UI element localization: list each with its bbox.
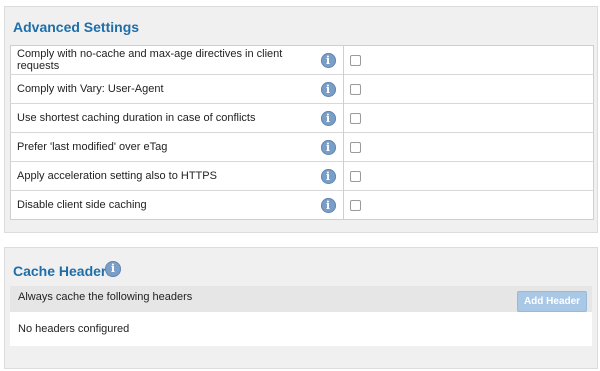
setting-row: Comply with no-cache and max-age directi… [11,45,594,75]
headers-empty-message: No headers configured [18,323,130,335]
setting-checkbox[interactable] [350,141,361,153]
setting-label: Comply with Vary: User-Agent [10,74,313,104]
info-icon[interactable]: i [320,168,336,184]
headers-toolbar: Always cache the following headers Add H… [10,286,592,312]
info-icon[interactable]: i [320,52,336,68]
setting-label: Prefer 'last modified' over eTag [10,132,313,162]
headers-list: No headers configured [10,312,592,346]
setting-checkbox[interactable] [350,83,361,95]
setting-row: Use shortest caching duration in case of… [10,103,594,133]
cache-headers-title: Cache Headers [13,263,115,279]
setting-row: Disable client side caching i [10,190,594,220]
setting-checkbox[interactable] [350,112,361,124]
setting-checkbox[interactable] [350,54,361,66]
headers-bar-label: Always cache the following headers [18,291,193,303]
setting-row: Comply with Vary: User-Agent i [10,74,594,104]
setting-row: Prefer 'last modified' over eTag i [10,132,594,162]
add-header-button[interactable]: Add Header [517,291,587,312]
setting-label: Disable client side caching [10,190,313,220]
info-icon[interactable]: i [320,139,336,155]
info-icon[interactable]: i [320,197,336,213]
setting-label: Apply acceleration setting also to HTTPS [10,161,313,191]
cache-headers-panel: Cache Headers i Always cache the followi… [4,247,598,369]
setting-checkbox[interactable] [350,199,361,211]
info-icon[interactable]: i [320,81,336,97]
advanced-settings-title: Advanced Settings [13,19,140,35]
setting-label: Comply with no-cache and max-age directi… [17,48,283,72]
setting-row: Apply acceleration setting also to HTTPS… [10,161,594,191]
setting-label: Use shortest caching duration in case of… [10,103,313,133]
advanced-settings-table: Comply with no-cache and max-age directi… [10,45,594,220]
setting-checkbox[interactable] [350,170,361,182]
info-icon[interactable]: i [320,110,336,126]
advanced-settings-panel: Advanced Settings Comply with no-cache a… [4,6,598,233]
info-icon[interactable]: i [105,261,121,277]
